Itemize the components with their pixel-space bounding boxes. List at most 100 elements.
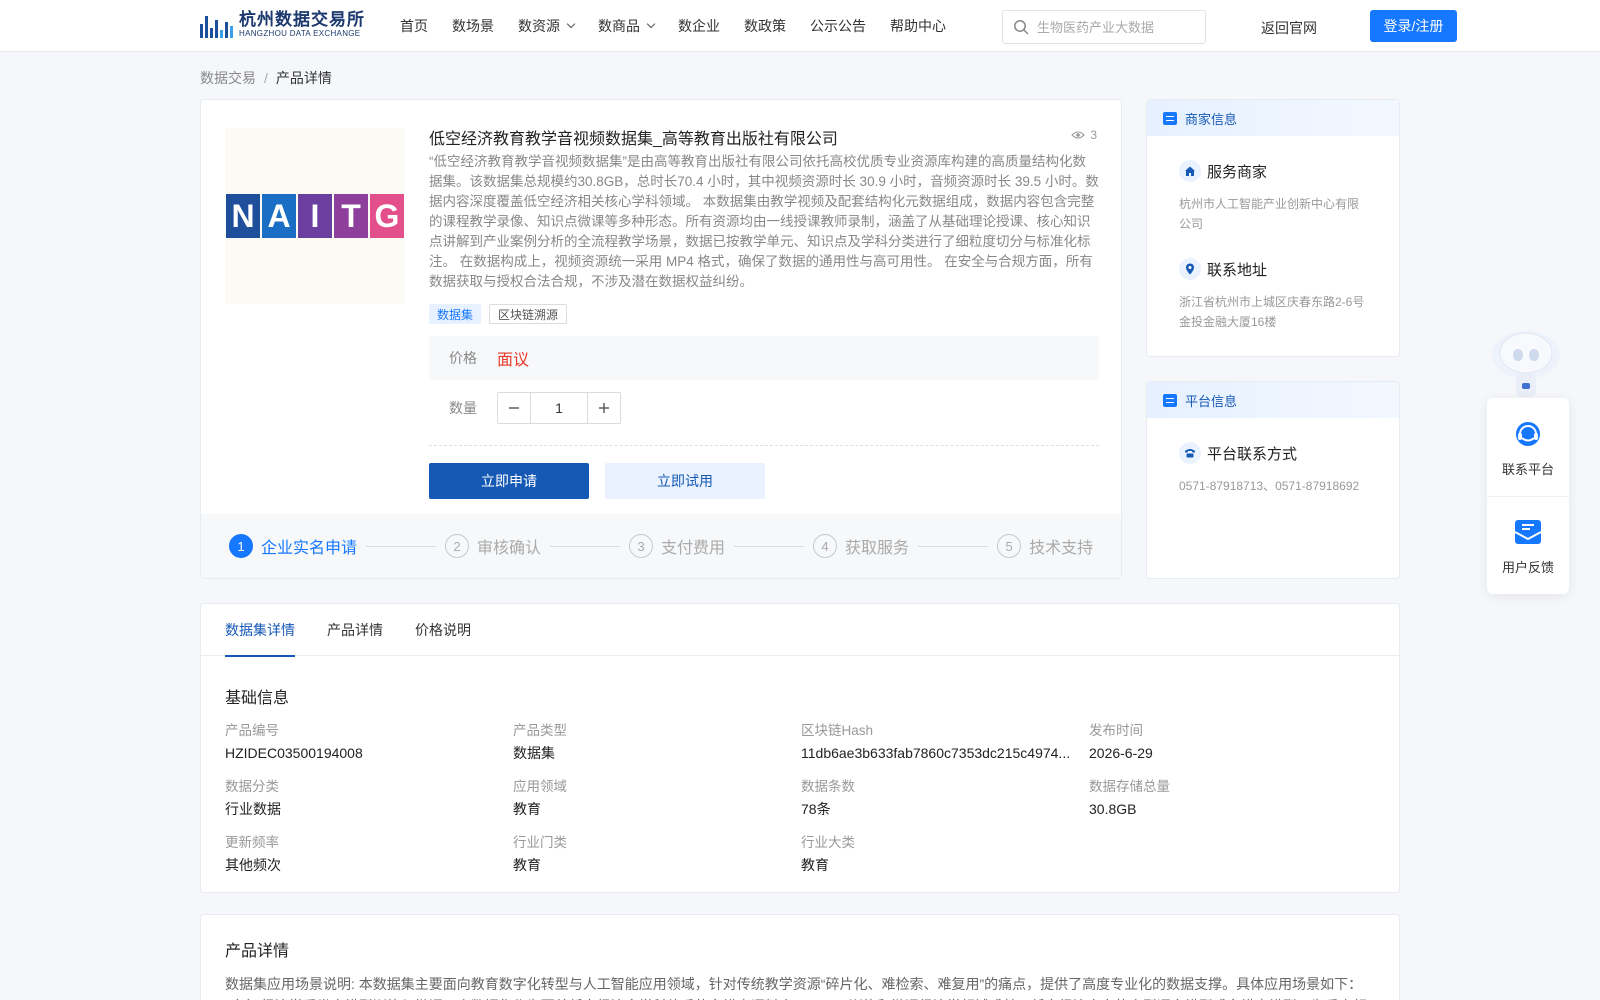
- info-storage-total: 数据存储总量 30.8GB: [1089, 779, 1170, 817]
- process-steps: 1 企业实名申请 2 审核确认 3 支付费用 4 获取服务 5 技术支持: [201, 514, 1121, 578]
- info-publish-date: 发布时间 2026-6-29: [1089, 723, 1153, 761]
- contact-address-title: 联系地址: [1179, 258, 1367, 280]
- eye-icon: [1071, 131, 1086, 139]
- user-feedback-button[interactable]: 用户反馈: [1487, 496, 1569, 594]
- step-connector: [366, 545, 437, 547]
- location-pin-icon: [1179, 258, 1201, 280]
- nav-item-help[interactable]: 帮助中心: [890, 16, 946, 36]
- step-4: 4 获取服务: [813, 534, 909, 558]
- return-official-link[interactable]: 返回官网: [1261, 18, 1317, 38]
- tag-dataset: 数据集: [429, 304, 482, 324]
- product-tags: 数据集 区块链溯源: [429, 304, 568, 324]
- apply-now-button[interactable]: 立即申请: [429, 463, 589, 499]
- platform-info-card: 平台信息 平台联系方式 0571-87918713、0571-87918692: [1146, 381, 1400, 579]
- assistant-robot-icon[interactable]: [1486, 325, 1566, 397]
- login-register-button[interactable]: 登录/注册: [1370, 10, 1457, 42]
- contact-platform-button[interactable]: 联系平台: [1487, 398, 1569, 496]
- product-detail-text: 数据集应用场景说明: 本数据集主要面向教育数字化转型与人工智能应用领域，针对传统…: [225, 976, 1367, 1000]
- tab-price-description[interactable]: 价格说明: [415, 604, 471, 656]
- info-record-count: 数据条数 78条: [801, 779, 855, 817]
- price-row: 价格 面议: [429, 336, 1099, 380]
- product-detail-card: 产品详情 数据集应用场景说明: 本数据集主要面向教育数字化转型与人工智能应用领域…: [200, 914, 1400, 1000]
- quantity-row: 数量 1: [429, 392, 621, 424]
- platform-info-header: 平台信息: [1147, 382, 1399, 418]
- info-product-id: 产品编号 HZIDEC03500194008: [225, 723, 363, 761]
- info-industry-section: 行业门类 教育: [513, 835, 567, 873]
- nav-item-scenes[interactable]: 数场景: [452, 16, 494, 36]
- logo-mark-icon: [200, 12, 233, 38]
- decrease-button[interactable]: [498, 393, 530, 423]
- service-merchant-value: 杭州市人工智能产业创新中心有限公司: [1179, 197, 1360, 231]
- headset-icon: [1516, 421, 1540, 446]
- nav-item-policies[interactable]: 数政策: [744, 16, 786, 36]
- info-product-type: 产品类型 数据集: [513, 723, 567, 761]
- search-box[interactable]: [1002, 10, 1206, 44]
- main-nav: 首页 数场景 数资源 数商品 数企业 数政策 公示公告 帮助中心: [400, 0, 970, 52]
- info-card-icon: [1163, 111, 1177, 125]
- info-update-frequency: 更新频率 其他频次: [225, 835, 281, 873]
- platform-contact-value: 0571-87918713、0571-87918692: [1179, 479, 1360, 493]
- dataset-info-card: 数据集详情 产品详情 价格说明 基础信息 产品编号 HZIDEC035001940…: [200, 603, 1400, 893]
- logo-title: 杭州数据交易所: [239, 10, 365, 29]
- contact-address-value: 浙江省杭州市上城区庆春东路2-6号金投金融大厦16楼: [1179, 295, 1365, 329]
- top-header: 杭州数据交易所 HANGZHOU DATA EXCHANGE 首页 数场景 数资…: [0, 0, 1600, 52]
- minus-icon: [509, 407, 519, 409]
- step-connector: [918, 545, 989, 547]
- plus-icon: [599, 403, 609, 413]
- try-now-button[interactable]: 立即试用: [605, 463, 765, 499]
- basic-info-title: 基础信息: [225, 690, 290, 707]
- product-detail-title: 产品详情: [225, 943, 290, 960]
- increase-button[interactable]: [588, 393, 620, 423]
- breadcrumb-separator: /: [264, 70, 268, 86]
- phone-icon: [1179, 442, 1201, 464]
- search-input[interactable]: [1037, 19, 1187, 35]
- detail-tabs: 数据集详情 产品详情 价格说明: [201, 604, 1399, 657]
- nav-item-enterprises[interactable]: 数企业: [678, 16, 720, 36]
- info-application-field: 应用领域 教育: [513, 779, 567, 817]
- naitg-logo: N A I T G: [226, 194, 404, 238]
- info-data-category: 数据分类 行业数据: [225, 779, 281, 817]
- merchant-info-card: 商家信息 服务商家 杭州市人工智能产业创新中心有限公司 联系地址 浙江省杭州市上…: [1146, 99, 1400, 357]
- tab-product-details[interactable]: 产品详情: [327, 604, 383, 656]
- floating-service-panel: 联系平台 用户反馈: [1487, 398, 1569, 594]
- product-image: N A I T G: [225, 128, 405, 304]
- product-description: “低空经济教育教学音视频数据集”是由高等教育出版社有限公司依托高校优质专业资源库…: [429, 154, 1099, 289]
- logo-subtitle: HANGZHOU DATA EXCHANGE: [239, 29, 361, 38]
- quantity-label: 数量: [449, 400, 477, 416]
- nav-item-resources[interactable]: 数资源: [518, 16, 576, 36]
- step-3: 3 支付费用: [629, 534, 725, 558]
- view-count: 3: [1071, 128, 1097, 142]
- breadcrumb-root[interactable]: 数据交易: [200, 70, 256, 86]
- product-title: 低空经济教育教学音视频数据集_高等教育出版社有限公司: [429, 131, 838, 148]
- tab-dataset-details[interactable]: 数据集详情: [225, 604, 295, 657]
- price-label: 价格: [449, 350, 477, 366]
- step-2: 2 审核确认: [445, 534, 541, 558]
- info-card-icon: [1163, 393, 1177, 407]
- step-5: 5 技术支持: [997, 534, 1093, 558]
- step-1: 1 企业实名申请: [229, 534, 357, 558]
- chevron-down-icon: [646, 19, 656, 29]
- product-card: N A I T G 低空经济教育教学音视频数据集_高等教育出版社有限公司 3 “…: [200, 99, 1122, 579]
- nav-item-announcements[interactable]: 公示公告: [810, 16, 866, 36]
- step-connector: [734, 545, 805, 547]
- nav-item-products[interactable]: 数商品: [598, 16, 656, 36]
- breadcrumb-current: 产品详情: [275, 70, 332, 86]
- info-industry-division: 行业大类 教育: [801, 835, 855, 873]
- merchant-info-header: 商家信息: [1147, 100, 1399, 136]
- step-connector: [550, 545, 621, 547]
- chevron-down-icon: [566, 19, 576, 29]
- tag-blockchain: 区块链溯源: [489, 304, 568, 324]
- basic-info-grid: 产品编号 HZIDEC03500194008 产品类型 数据集 区块链Hash 11d…: [225, 722, 1375, 876]
- service-merchant-title: 服务商家: [1179, 160, 1367, 182]
- site-logo[interactable]: 杭州数据交易所 HANGZHOU DATA EXCHANGE: [200, 9, 365, 41]
- info-blockchain-hash: 区块链Hash 11db6ae3b633fab7860c7353dc215c497…: [801, 723, 1071, 761]
- platform-contact-title: 平台联系方式: [1179, 442, 1367, 464]
- quantity-value[interactable]: 1: [530, 393, 588, 423]
- breadcrumb: 数据交易 / 产品详情: [200, 68, 332, 88]
- nav-item-home[interactable]: 首页: [400, 16, 428, 36]
- search-icon: [1014, 20, 1029, 35]
- home-icon: [1179, 160, 1201, 182]
- mail-feedback-icon: [1514, 520, 1542, 544]
- quantity-stepper: 1: [497, 392, 621, 424]
- price-value: 面议: [497, 352, 530, 369]
